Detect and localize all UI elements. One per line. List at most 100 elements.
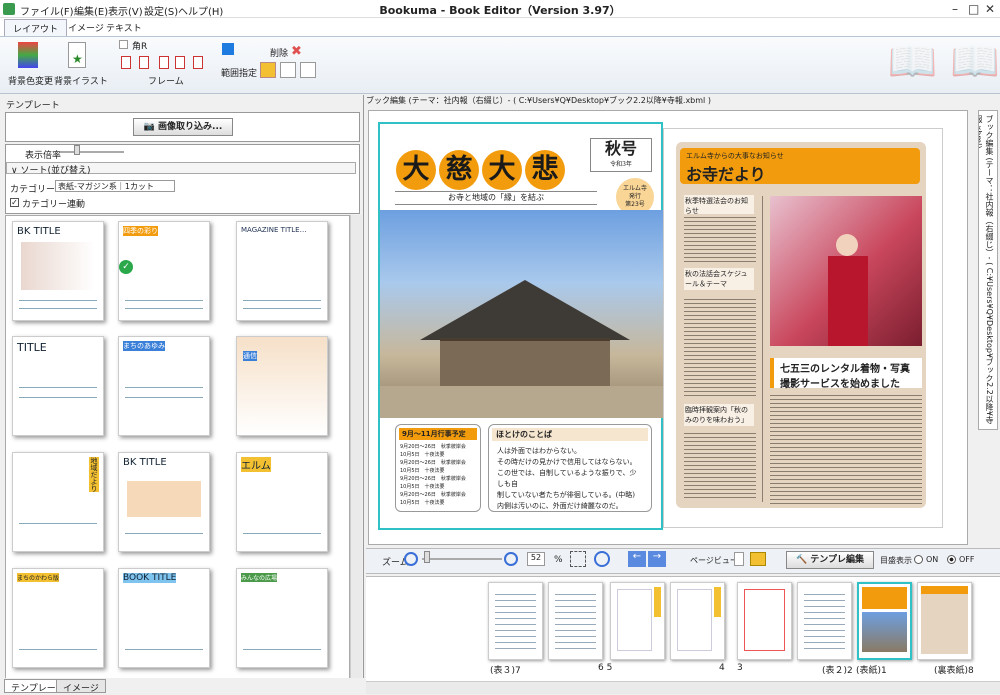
page-thumb-3[interactable] bbox=[737, 582, 792, 660]
zoom-out-icon[interactable] bbox=[404, 552, 418, 566]
edit-icon-1[interactable] bbox=[260, 62, 276, 78]
next-page-icon[interactable]: → bbox=[648, 551, 666, 567]
template-thumb-8[interactable]: BK TITLE bbox=[118, 452, 210, 552]
bg-illust-icon[interactable]: ★ bbox=[68, 42, 86, 68]
page-label-8: (裏表紙)8 bbox=[934, 666, 974, 676]
page-thumb-5[interactable] bbox=[610, 582, 665, 660]
ruler-on-label: ON bbox=[926, 555, 939, 564]
template-thumb-7[interactable]: 地域だより bbox=[12, 452, 104, 552]
frame-icon-1[interactable] bbox=[121, 56, 131, 69]
zoom-value-field[interactable]: 52 bbox=[527, 552, 545, 566]
zoom-track[interactable] bbox=[422, 558, 502, 560]
ruler-off-label: OFF bbox=[959, 555, 975, 564]
ruler-off-radio[interactable] bbox=[947, 555, 956, 564]
season-box: 秋号 令和3年 bbox=[590, 138, 652, 172]
tab-text[interactable]: テキスト bbox=[98, 19, 150, 36]
title-kanji-3: 大 bbox=[482, 150, 522, 190]
temple-roof-shape bbox=[420, 280, 630, 340]
range-select-label[interactable]: 範囲指定 bbox=[221, 66, 257, 79]
close-button[interactable]: ✕ bbox=[985, 2, 995, 16]
schedule-list: 9月20日～26日 秋季彼岸会 10月5日 十夜法要 9月20日～26日 秋季彼… bbox=[400, 444, 466, 506]
frame-icon-3[interactable] bbox=[159, 56, 169, 69]
title-kanji-1: 大 bbox=[396, 150, 436, 190]
newsletter-header: エルム寺からの大事なお知らせ お寺だより bbox=[680, 148, 920, 184]
books-decoration-icon: 📖 📖 bbox=[887, 39, 1000, 85]
prev-page-icon[interactable]: ← bbox=[628, 551, 646, 567]
minimize-button[interactable]: – bbox=[952, 2, 958, 16]
page-label-7: (表３)7 bbox=[490, 666, 521, 676]
section-text-2 bbox=[684, 296, 756, 396]
zoom-in-icon[interactable] bbox=[504, 552, 518, 566]
sort-header[interactable]: ∨ ソート(並び替え) bbox=[6, 162, 356, 176]
selected-check-icon: ✓ bbox=[119, 260, 133, 274]
thumbnail-scrollbar[interactable] bbox=[350, 215, 362, 681]
edit-icon-3[interactable] bbox=[300, 62, 316, 78]
page-thumb-2[interactable] bbox=[797, 582, 852, 660]
page-label-1: (表紙)1 bbox=[856, 666, 887, 676]
panel-header: テンプレート bbox=[6, 101, 60, 111]
template-edit-button[interactable]: 🔨 テンプレ編集 bbox=[786, 551, 874, 569]
rental-title: 七五三のレンタル着物・写真撮影サービスを始めました bbox=[770, 358, 922, 390]
title-kanji-4: 悲 bbox=[525, 150, 565, 190]
editor-vertical-tab[interactable]: ブック編集 (テーマ：社内報（右綴じ）- ( C:¥Users¥Q¥Deskto… bbox=[978, 110, 998, 430]
load-image-button[interactable]: 📷 画像取り込み... bbox=[133, 118, 233, 136]
tab-layout[interactable]: レイアウト bbox=[4, 19, 68, 36]
delete-icon[interactable]: ✖ bbox=[291, 44, 302, 59]
template-thumb-9[interactable]: エルム bbox=[236, 452, 328, 552]
maximize-button[interactable]: □ bbox=[968, 2, 979, 16]
section-text-3 bbox=[684, 430, 756, 500]
kimono-photo[interactable] bbox=[770, 196, 922, 346]
window-title: Bookuma - Book Editor（Version 3.97） bbox=[379, 4, 621, 17]
ruler-on-radio[interactable] bbox=[914, 555, 923, 564]
frame-icon-5[interactable] bbox=[193, 56, 203, 69]
page-thumb-7[interactable] bbox=[488, 582, 543, 660]
column-divider bbox=[762, 196, 763, 502]
template-thumb-6[interactable]: 通信 bbox=[236, 336, 328, 436]
zoom-slider-track[interactable] bbox=[60, 151, 124, 153]
template-thumb-5[interactable]: まちのあゆみ bbox=[118, 336, 210, 436]
page-thumb-8[interactable] bbox=[917, 582, 972, 660]
fit-page-icon[interactable] bbox=[570, 551, 586, 567]
ruler-display-label: 目盛表示 bbox=[880, 556, 912, 565]
temple-ground-shape bbox=[380, 386, 663, 418]
schedule-box[interactable]: 9月～11月行事予定 9月20日～26日 秋季彼岸会 10月5日 十夜法要 9月… bbox=[395, 424, 481, 512]
frame-icon-4[interactable] bbox=[175, 56, 185, 69]
zoom-slider-thumb[interactable] bbox=[74, 145, 80, 155]
page-label-2: (表２)2 bbox=[822, 666, 853, 676]
page-strip-scrollbar[interactable] bbox=[366, 681, 1000, 694]
template-thumbnail-grid: BK TITLE 四季の彩り ✓ MAGAZINE TITLE… TITLE ま… bbox=[5, 215, 350, 681]
page-thumb-6[interactable] bbox=[548, 582, 603, 660]
template-thumb-3[interactable]: MAGAZINE TITLE… bbox=[236, 221, 328, 321]
bg-color-icon[interactable] bbox=[18, 42, 38, 68]
ribbon-tab-row bbox=[0, 18, 1000, 36]
temple-photo[interactable] bbox=[380, 210, 663, 418]
category-select[interactable]: 表紙-マガジン系｜1カット bbox=[55, 180, 175, 192]
page-label-4: 4 bbox=[719, 663, 725, 673]
zoom-thumb[interactable] bbox=[424, 551, 430, 563]
bg-illust-label[interactable]: 背景イラスト bbox=[54, 74, 108, 87]
spread-page-icon[interactable] bbox=[750, 552, 766, 566]
subtitle: お寺と地域の「縁」を結ぶ bbox=[395, 191, 597, 205]
template-thumb-10[interactable]: まちのかわら版 bbox=[12, 568, 104, 668]
fit-width-icon[interactable] bbox=[594, 551, 610, 567]
corner-r-label: 角R bbox=[132, 42, 148, 52]
edit-icon-2[interactable] bbox=[280, 62, 296, 78]
template-thumb-12[interactable]: みんなの広場 bbox=[236, 568, 328, 668]
words-box[interactable]: ほとけのことば 人は外面ではわからない。 その時だけの見かけで信用してはならない… bbox=[488, 424, 652, 512]
template-thumb-11[interactable]: BOOK TITLE bbox=[118, 568, 210, 668]
page-thumb-1[interactable] bbox=[857, 582, 912, 660]
corner-r-checkbox[interactable] bbox=[119, 40, 128, 49]
tab-image-list[interactable]: イメージ bbox=[56, 679, 106, 694]
bg-color-label[interactable]: 背景色変更 bbox=[8, 74, 53, 87]
template-thumb-4[interactable]: TITLE bbox=[12, 336, 104, 436]
category-link-label: カテゴリー連動 bbox=[22, 200, 86, 210]
template-thumb-1[interactable]: BK TITLE bbox=[12, 221, 104, 321]
category-link-checkbox[interactable]: ✓ bbox=[10, 198, 19, 207]
single-page-icon[interactable] bbox=[734, 552, 744, 566]
words-text: 人は外面ではわからない。 その時だけの見かけで信用してはならない。 この世では、… bbox=[497, 447, 637, 510]
range-select-icon[interactable] bbox=[222, 43, 234, 55]
section-title-2: 秋の法話会スケジュール＆テーマ bbox=[684, 268, 754, 290]
frame-icon-2[interactable] bbox=[139, 56, 149, 69]
template-thumb-2[interactable]: 四季の彩り bbox=[118, 221, 210, 321]
page-thumb-4[interactable] bbox=[670, 582, 725, 660]
